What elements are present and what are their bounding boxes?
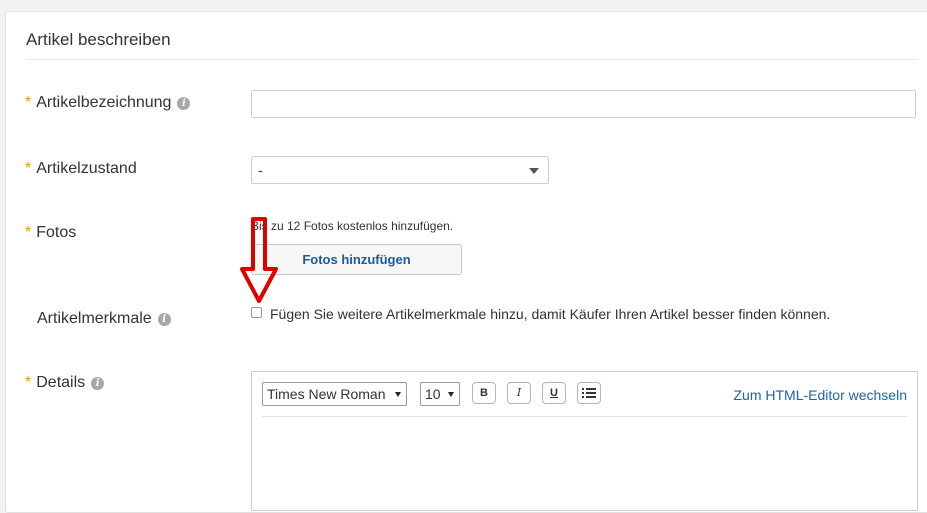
section-divider <box>26 59 918 60</box>
item-specifics-checkbox-label[interactable]: Fügen Sie weitere Artikelmerkmale hinzu,… <box>270 306 830 322</box>
condition-select[interactable]: - <box>251 156 549 184</box>
underline-button[interactable]: U <box>542 382 566 404</box>
details-label: * Details i <box>25 374 105 392</box>
photos-label: * Fotos <box>25 224 77 241</box>
info-icon[interactable]: i <box>177 97 191 110</box>
required-mark: * <box>25 374 32 391</box>
required-mark: * <box>25 160 32 177</box>
list-button[interactable] <box>577 382 601 404</box>
bold-button[interactable]: B <box>472 382 496 404</box>
chevron-down-icon <box>448 392 454 397</box>
title-label: * Artikelbezeichnung i <box>25 94 191 112</box>
chevron-down-icon <box>529 168 539 174</box>
font-size-select[interactable]: 10 <box>420 382 460 406</box>
condition-label: * Artikelzustand <box>25 160 137 177</box>
info-icon[interactable]: i <box>157 313 171 326</box>
required-mark: * <box>25 224 32 241</box>
required-mark: * <box>25 94 32 111</box>
red-down-arrow-icon <box>240 217 278 303</box>
list-icon <box>582 388 596 398</box>
condition-select-value: - <box>258 162 263 178</box>
details-editor[interactable]: Times New Roman 10 B I U Zum HTML-Editor… <box>251 371 918 511</box>
section-title: Artikel beschreiben <box>26 30 171 49</box>
add-photos-button[interactable]: Fotos hinzufügen <box>251 244 462 275</box>
font-family-select[interactable]: Times New Roman <box>262 382 407 406</box>
info-icon[interactable]: i <box>91 377 105 390</box>
photos-hint: Bis zu 12 Fotos kostenlos hinzufügen. <box>251 219 454 233</box>
item-specifics-checkbox[interactable] <box>251 307 262 318</box>
item-specifics-label: Artikelmerkmale i <box>37 310 171 328</box>
html-editor-link[interactable]: Zum HTML-Editor wechseln <box>734 387 908 403</box>
title-input[interactable] <box>251 90 916 118</box>
toolbar-divider <box>262 416 907 417</box>
describe-item-panel: Artikel beschreiben * Artikelbezeichnung i… <box>5 11 927 513</box>
chevron-down-icon <box>395 392 401 397</box>
italic-button[interactable]: I <box>507 382 531 404</box>
